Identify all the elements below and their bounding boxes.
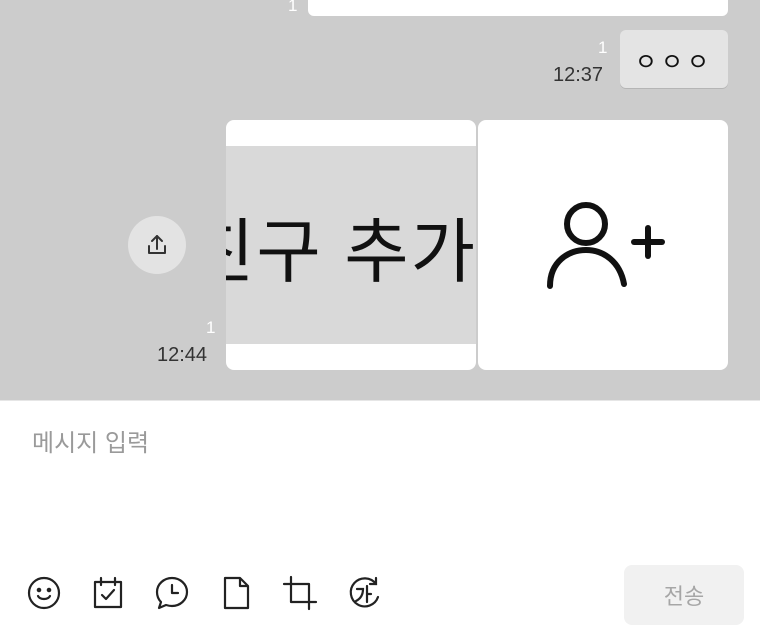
message-bubble[interactable]: ㅇㅇㅇ [620,30,728,88]
capture-icon [282,575,318,611]
send-button[interactable]: 전송 [624,565,744,625]
banner-text: 친구 추가 [226,213,476,291]
image-thumbnail-add-friend[interactable] [478,120,728,370]
spell-check-button[interactable] [344,573,384,613]
message-input[interactable] [30,421,734,545]
emoticon-icon [27,576,61,610]
add-friend-icon [547,202,665,289]
chat-area: 1 1 12:37 ㅇㅇㅇ 1 12:44 친구 추가 [0,0,760,400]
message-composer: 전송 [0,400,760,641]
calendar-button[interactable] [88,573,128,613]
message-time: 12:44 [157,344,208,366]
message-time: 12:37 [553,64,604,86]
calendar-check-icon [93,576,123,609]
schedule-message-icon [155,576,189,610]
image-thumbnail-banner[interactable]: 친구 추가 [226,120,476,370]
previous-unread-count: 1 [288,0,298,15]
spell-check-icon [349,576,380,608]
schedule-message-button[interactable] [152,573,192,613]
unread-count: 1 [598,38,608,57]
capture-button[interactable] [280,573,320,613]
banner-image: 친구 추가 [226,146,476,344]
share-button[interactable] [128,216,186,274]
emoticon-button[interactable] [24,573,64,613]
share-icon [148,235,166,254]
unread-count: 1 [206,318,216,337]
file-icon [223,576,250,610]
file-button[interactable] [216,573,256,613]
previous-message-bubble[interactable] [308,0,728,16]
